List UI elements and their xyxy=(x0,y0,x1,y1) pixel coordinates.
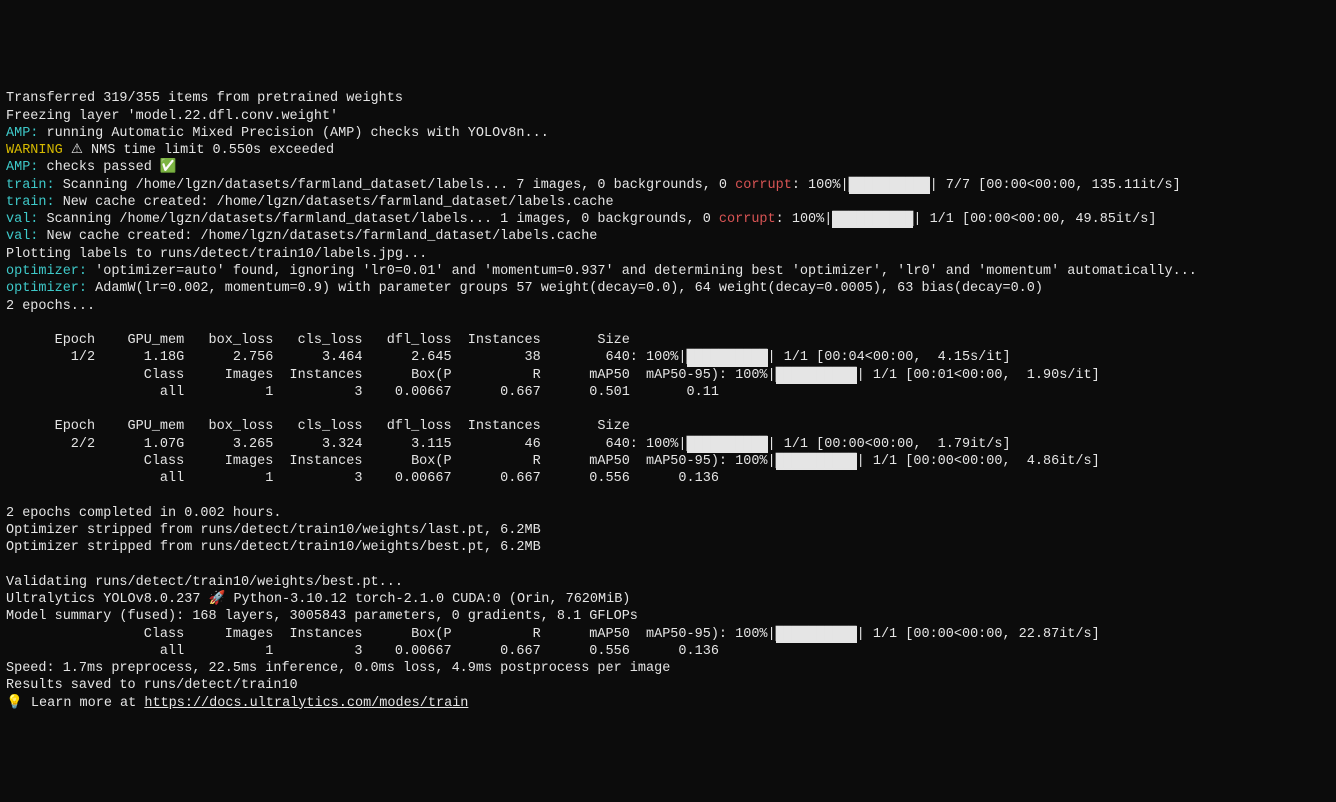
progress-bar: ██████████ xyxy=(687,349,768,366)
table-row: all 1 3 0.00667 0.667 0.556 0.136 xyxy=(6,471,719,486)
log-text: | 1/1 [00:00<00:00, 4.86it/s] xyxy=(857,454,1100,469)
progress-bar: ██████████ xyxy=(776,367,857,384)
log-text: New cache created: /home/lgzn/datasets/f… xyxy=(38,229,597,244)
log-line: 2 epochs... xyxy=(6,299,95,314)
log-text: 💡 Learn more at xyxy=(6,696,144,711)
log-line: Optimizer stripped from runs/detect/trai… xyxy=(6,523,541,538)
log-line: Model summary (fused): 168 layers, 30058… xyxy=(6,609,638,624)
log-text: | 1/1 [00:00<00:00, 1.79it/s] xyxy=(768,437,1011,452)
table-row: 2/2 1.07G 3.265 3.324 3.115 46 640: 100%… xyxy=(6,437,687,452)
table-row: 1/2 1.18G 2.756 3.464 2.645 38 640: 100%… xyxy=(6,350,687,365)
warning-tag: WARNING xyxy=(6,143,63,158)
table-row: Class Images Instances Box(P R mAP50 mAP… xyxy=(6,368,776,383)
table-row: all 1 3 0.00667 0.667 0.556 0.136 xyxy=(6,644,719,659)
log-text: | 1/1 [00:04<00:00, 4.15s/it] xyxy=(768,350,1011,365)
progress-bar: ██████████ xyxy=(776,626,857,643)
optimizer-tag: optimizer: xyxy=(6,281,87,296)
log-text: Scanning /home/lgzn/datasets/farmland_da… xyxy=(55,178,736,193)
log-text: | 7/7 [00:00<00:00, 135.11it/s] xyxy=(930,178,1181,193)
log-text: | 1/1 [00:00<00:00, 22.87it/s] xyxy=(857,627,1100,642)
results-path: runs/detect/train10 xyxy=(144,678,298,693)
terminal-output: Transferred 319/355 items from pretraine… xyxy=(6,73,1330,712)
log-text: running Automatic Mixed Precision (AMP) … xyxy=(38,126,548,141)
optimizer-tag: optimizer: xyxy=(6,264,87,279)
log-text: New cache created: /home/lgzn/datasets/f… xyxy=(55,195,614,210)
progress-bar: ██████████ xyxy=(832,211,913,228)
table-header: Epoch GPU_mem box_loss cls_loss dfl_loss… xyxy=(6,419,630,434)
log-text: : 100%| xyxy=(792,178,849,193)
log-line: Ultralytics YOLOv8.0.237 🚀 Python-3.10.1… xyxy=(6,592,630,607)
log-text: | 1/1 [00:01<00:00, 1.90s/it] xyxy=(857,368,1100,383)
docs-link[interactable]: https://docs.ultralytics.com/modes/train xyxy=(144,696,468,711)
table-row: Class Images Instances Box(P R mAP50 mAP… xyxy=(6,627,776,642)
amp-tag: AMP: xyxy=(6,126,38,141)
log-text: | 1/1 [00:00<00:00, 49.85it/s] xyxy=(913,212,1156,227)
log-text: 'optimizer=auto' found, ignoring 'lr0=0.… xyxy=(87,264,1205,279)
log-text: checks passed ✅ xyxy=(38,160,176,175)
corrupt-word: corrupt xyxy=(735,178,792,193)
log-line: Optimizer stripped from runs/detect/trai… xyxy=(6,540,541,555)
log-line: Transferred 319/355 items from pretraine… xyxy=(6,91,403,106)
log-line: Speed: 1.7ms preprocess, 22.5ms inferenc… xyxy=(6,661,670,676)
amp-tag: AMP: xyxy=(6,160,38,175)
log-line: Validating runs/detect/train10/weights/b… xyxy=(6,575,403,590)
log-text: Scanning /home/lgzn/datasets/farmland_da… xyxy=(38,212,719,227)
val-tag: val: xyxy=(6,229,38,244)
train-tag: train: xyxy=(6,195,55,210)
log-line: Freezing layer 'model.22.dfl.conv.weight… xyxy=(6,109,338,124)
table-row: Class Images Instances Box(P R mAP50 mAP… xyxy=(6,454,776,469)
corrupt-word: corrupt xyxy=(719,212,776,227)
log-text: ⚠ NMS time limit 0.550s exceeded xyxy=(63,143,334,158)
progress-bar: ██████████ xyxy=(849,177,930,194)
train-tag: train: xyxy=(6,178,55,193)
progress-bar: ██████████ xyxy=(687,436,768,453)
table-header: Epoch GPU_mem box_loss cls_loss dfl_loss… xyxy=(6,333,630,348)
progress-bar: ██████████ xyxy=(776,453,857,470)
log-text: AdamW(lr=0.002, momentum=0.9) with param… xyxy=(87,281,1043,296)
log-line: Plotting labels to runs/detect/train10/l… xyxy=(6,247,435,262)
log-text: Results saved to xyxy=(6,678,144,693)
table-row: all 1 3 0.00667 0.667 0.501 0.11 xyxy=(6,385,719,400)
val-tag: val: xyxy=(6,212,38,227)
log-text: : 100%| xyxy=(776,212,833,227)
log-line: 2 epochs completed in 0.002 hours. xyxy=(6,506,281,521)
